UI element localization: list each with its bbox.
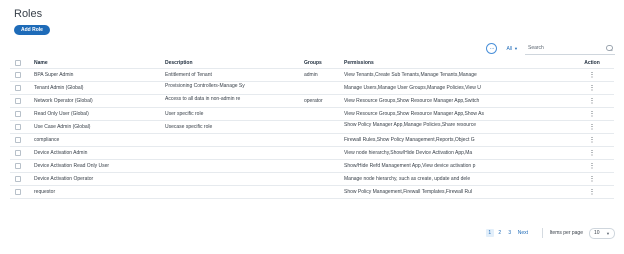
pagination: 1 2 3 Next Items per page 10 ▼ bbox=[485, 227, 615, 239]
table-toolbar: ··· All ▼ bbox=[486, 42, 615, 55]
page-1-button[interactable]: 1 bbox=[485, 229, 494, 237]
role-description: Access to all data in non-admin re bbox=[165, 96, 241, 102]
page-2-button[interactable]: 2 bbox=[496, 229, 504, 237]
page-title: Roles bbox=[14, 8, 43, 20]
role-permissions: View Tenants,Create Sub Tenants,Manage T… bbox=[344, 72, 477, 78]
role-permissions: View node hierarchy,Show/Hide Device Act… bbox=[344, 150, 473, 156]
role-name: BPA Super Admin bbox=[34, 72, 74, 78]
role-description bbox=[165, 186, 297, 198]
role-name: Tenant Admin (Global) bbox=[34, 85, 84, 91]
column-header-description[interactable]: Description bbox=[165, 58, 297, 68]
items-per-page-label: Items per page bbox=[549, 230, 583, 236]
table-header-row: Name Description Groups Permissions Acti… bbox=[10, 58, 614, 69]
chevron-down-icon: ▼ bbox=[514, 46, 518, 51]
role-permissions: Manage Users,Manage User Groups,Manage P… bbox=[344, 85, 481, 91]
role-groups bbox=[304, 147, 342, 159]
role-name: Read Only User (Global) bbox=[34, 111, 89, 117]
row-checkbox[interactable] bbox=[15, 137, 21, 143]
pagination-divider bbox=[542, 228, 543, 238]
role-groups bbox=[304, 82, 342, 94]
column-header-groups[interactable]: Groups bbox=[304, 58, 342, 68]
role-description: Provisioning Controllers-Manage Sy bbox=[165, 83, 245, 89]
role-permissions: Show Policy Manager App,Manage Policies,… bbox=[344, 122, 477, 128]
role-name: requestor bbox=[34, 189, 56, 195]
kebab-menu-icon[interactable]: ⋮ bbox=[589, 85, 596, 92]
role-permissions: View Resource Groups,Show Resource Manag… bbox=[344, 111, 484, 117]
kebab-menu-icon[interactable]: ⋮ bbox=[589, 176, 596, 183]
kebab-menu-icon[interactable]: ⋮ bbox=[589, 189, 596, 196]
role-description bbox=[165, 134, 297, 146]
row-checkbox[interactable] bbox=[15, 98, 21, 104]
column-header-name[interactable]: Name bbox=[34, 58, 164, 68]
role-permissions: Show Policy Management,Firewall Template… bbox=[344, 189, 473, 195]
next-page-button[interactable]: Next bbox=[518, 230, 528, 236]
role-groups bbox=[304, 121, 342, 133]
kebab-menu-icon[interactable]: ⋮ bbox=[589, 163, 596, 170]
role-permissions: View Resource Groups,Show Resource Manag… bbox=[344, 98, 480, 104]
row-checkbox[interactable] bbox=[15, 189, 21, 195]
table-row[interactable]: Read Only User (Global) User specific ro… bbox=[10, 108, 614, 121]
role-groups: operator bbox=[304, 98, 323, 104]
role-name: Network Operator (Global) bbox=[34, 98, 93, 104]
items-per-page-value: 10 bbox=[594, 230, 600, 236]
row-checkbox[interactable] bbox=[15, 176, 21, 182]
row-checkbox[interactable] bbox=[15, 163, 21, 169]
select-all-checkbox[interactable] bbox=[15, 60, 21, 66]
row-checkbox[interactable] bbox=[15, 124, 21, 130]
row-checkbox[interactable] bbox=[15, 111, 21, 117]
more-horizontal-icon[interactable]: ··· bbox=[486, 43, 498, 54]
role-groups bbox=[304, 134, 342, 146]
role-description: Entitlement of Tenant bbox=[165, 72, 212, 78]
column-header-permissions[interactable]: Permissions bbox=[344, 58, 492, 68]
row-checkbox[interactable] bbox=[15, 85, 21, 91]
role-groups bbox=[304, 173, 342, 185]
role-permissions: Firewall Rules,Show Policy Management,Re… bbox=[344, 137, 475, 143]
table-row[interactable]: Use Case Admin (Global) Usecase specific… bbox=[10, 121, 614, 134]
role-name: Device Activation Read Only User bbox=[34, 163, 110, 169]
role-name: Device Activation Operator bbox=[34, 176, 94, 182]
role-description bbox=[165, 173, 297, 185]
search-input[interactable] bbox=[528, 45, 606, 51]
role-name: Device Activation Admin bbox=[34, 150, 88, 156]
table-row[interactable]: Tenant Admin (Global) Provisioning Contr… bbox=[10, 82, 614, 95]
search-icon[interactable] bbox=[606, 44, 613, 52]
filter-value: All bbox=[506, 45, 513, 52]
table-row[interactable]: Device Activation Admin View node hierar… bbox=[10, 147, 614, 160]
chevron-down-icon: ▼ bbox=[606, 230, 610, 236]
role-groups bbox=[304, 186, 342, 198]
kebab-menu-icon[interactable]: ⋮ bbox=[589, 124, 596, 131]
table-row[interactable]: Device Activation Read Only User Show/Hi… bbox=[10, 160, 614, 173]
role-description: User specific role bbox=[165, 111, 204, 117]
table-row[interactable]: BPA Super Admin Entitlement of Tenant ad… bbox=[10, 69, 614, 82]
column-header-action: Action bbox=[584, 60, 600, 66]
table-row[interactable]: compliance Firewall Rules,Show Policy Ma… bbox=[10, 134, 614, 147]
filter-dropdown[interactable]: All ▼ bbox=[506, 46, 518, 52]
kebab-menu-icon[interactable]: ⋮ bbox=[589, 150, 596, 157]
role-permissions: Show/Hide Refd Management App,View devic… bbox=[344, 163, 476, 169]
role-description bbox=[165, 160, 297, 172]
role-description bbox=[165, 147, 297, 159]
role-name: Use Case Admin (Global) bbox=[34, 124, 91, 130]
kebab-menu-icon[interactable]: ⋮ bbox=[589, 111, 596, 118]
role-description: Usecase specific role bbox=[165, 124, 213, 130]
kebab-menu-icon[interactable]: ⋮ bbox=[589, 137, 596, 144]
role-groups bbox=[304, 160, 342, 172]
search-box bbox=[525, 43, 615, 55]
roles-table: Name Description Groups Permissions Acti… bbox=[10, 58, 614, 199]
add-role-button[interactable]: Add Role bbox=[14, 25, 50, 35]
table-row[interactable]: Device Activation Operator Manage node h… bbox=[10, 173, 614, 186]
role-permissions: Manage node hierarchy, such as create, u… bbox=[344, 176, 471, 182]
items-per-page-select[interactable]: 10 ▼ bbox=[589, 227, 615, 239]
role-groups bbox=[304, 108, 342, 120]
kebab-menu-icon[interactable]: ⋮ bbox=[589, 98, 596, 105]
table-row[interactable]: requestor Show Policy Management,Firewal… bbox=[10, 186, 614, 199]
table-row[interactable]: Network Operator (Global) Access to all … bbox=[10, 95, 614, 108]
role-name: compliance bbox=[34, 137, 60, 143]
kebab-menu-icon[interactable]: ⋮ bbox=[589, 72, 596, 79]
row-checkbox[interactable] bbox=[15, 72, 21, 78]
role-groups: admin bbox=[304, 72, 318, 78]
page-3-button[interactable]: 3 bbox=[506, 229, 514, 237]
row-checkbox[interactable] bbox=[15, 150, 21, 156]
